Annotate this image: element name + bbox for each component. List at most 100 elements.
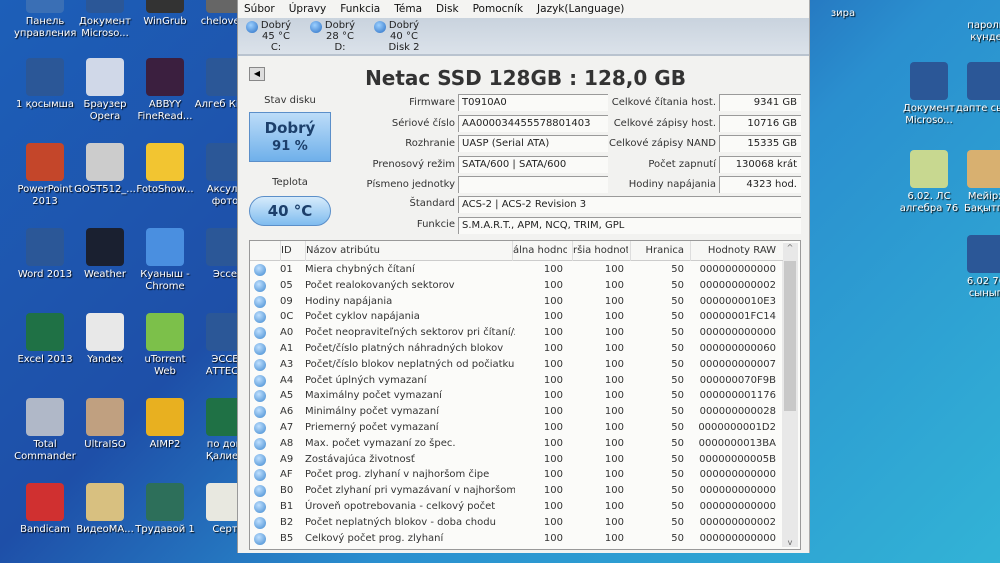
- desktop-icon[interactable]: Куаныш - Chrome: [134, 228, 196, 293]
- desktop-icon[interactable]: ABBYY FineRead...: [134, 58, 196, 123]
- menu-item[interactable]: Pomocník: [473, 0, 523, 18]
- desktop-icon[interactable]: 1 қосымша: [14, 58, 76, 111]
- disk-tab[interactable]: Dobrý 40 °C Disk 2: [372, 18, 436, 54]
- desktop-icon-image: [26, 483, 64, 521]
- column-header-worst[interactable]: ršia hodnota: [572, 241, 628, 261]
- desktop-icon-label: Мейірх Бақытгү: [964, 191, 1000, 214]
- table-scrollbar[interactable]: ^ v: [782, 243, 798, 547]
- cell-id: A6: [280, 406, 294, 418]
- desktop-icon[interactable]: Total Commander: [14, 398, 76, 463]
- desktop-icon[interactable]: FotoShow...: [134, 143, 196, 196]
- scroll-down-icon[interactable]: v: [782, 538, 798, 547]
- cell-raw: 000000000060: [699, 343, 776, 354]
- table-row[interactable]: A4 Počet úplných vymazaní 100 100 50 00000007…: [250, 373, 783, 389]
- desktop-icon[interactable]: Браузер Opera: [74, 58, 136, 123]
- menu-item[interactable]: Súbor: [244, 0, 275, 18]
- menu-item[interactable]: Disk: [436, 0, 459, 18]
- info-field: T0910A0: [458, 94, 608, 111]
- table-row[interactable]: B5 Celkový počet prog. zlyhaní 100 100 50 000…: [250, 531, 783, 547]
- desktop-icon-label: Excel 2013: [17, 354, 73, 365]
- desktop-icon[interactable]: AIMP2: [134, 398, 196, 451]
- desktop-icon[interactable]: Word 2013: [14, 228, 76, 281]
- info-label: Celkové čítania host.: [611, 97, 716, 108]
- cell-name: Počet/číslo blokov neplatných od počiatk…: [305, 358, 515, 370]
- desktop-icon[interactable]: Excel 2013: [14, 313, 76, 366]
- desktop-icon[interactable]: uTorrent Web: [134, 313, 196, 378]
- table-row[interactable]: A0 Počet neopraviteľných sektorov pri čít…: [250, 325, 783, 341]
- desktop-icon[interactable]: Документ Microso...: [898, 62, 960, 127]
- desktop-icon[interactable]: Bandicam: [14, 483, 76, 536]
- table-row[interactable]: A7 Priemerný počet vymazaní 100 100 50 000000…: [250, 420, 783, 436]
- table-row[interactable]: 09 Hodiny napájania 100 100 50 0000000010E3: [250, 294, 783, 310]
- table-row[interactable]: A9 Zostávajúca životnosť 100 100 50 000000000…: [250, 452, 783, 468]
- desktop-icon[interactable]: GOST512_...: [74, 143, 136, 196]
- desktop-icon[interactable]: 6.02. ЛС алгебра 76: [898, 150, 960, 215]
- table-row[interactable]: 01 Miera chybných čítaní 100 100 50 000000000…: [250, 262, 783, 278]
- desktop-icon-label: FotoShow...: [136, 184, 194, 195]
- disk-tab[interactable]: Dobrý 28 °C D:: [308, 18, 372, 54]
- cell-raw: 0000000010E3: [699, 295, 776, 307]
- cell-worst: 100: [604, 532, 624, 544]
- cell-current: 100: [543, 311, 563, 323]
- previous-disk-button[interactable]: ◀: [249, 67, 265, 81]
- desktop-icon[interactable]: Панель управления: [14, 0, 76, 40]
- scroll-thumb[interactable]: [784, 261, 796, 411]
- column-header-name[interactable]: Názov atribútu: [305, 241, 515, 261]
- desktop-icon-image: [26, 398, 64, 436]
- cell-threshold: 50: [671, 311, 684, 323]
- desktop-icon[interactable]: пароль күнде: [955, 20, 1000, 44]
- cell-worst: 100: [604, 374, 624, 386]
- menu-item[interactable]: Funkcia: [340, 0, 380, 18]
- table-row[interactable]: A1 Počet/číslo platných náhradných blokov…: [250, 341, 783, 357]
- desktop-icon-image: [146, 143, 184, 181]
- table-row[interactable]: B0 Počet zlyhaní pri vymazávaní v najhorš…: [250, 483, 783, 499]
- temperature-badge[interactable]: 40 °C: [249, 196, 331, 226]
- desktop-icon[interactable]: PowerPoint 2013: [14, 143, 76, 208]
- desktop-icon[interactable]: Weather: [74, 228, 136, 281]
- desktop-icon[interactable]: 6.02 76 сынып: [955, 235, 1000, 300]
- column-header-threshold[interactable]: Hranica: [630, 241, 688, 261]
- cell-worst: 100: [604, 485, 624, 497]
- table-row[interactable]: A5 Maximálny počet vymazaní 100 100 50 000000…: [250, 388, 783, 404]
- desktop-icon-label: Word 2013: [17, 269, 73, 280]
- disk-tab[interactable]: Dobrý 45 °C C:: [244, 18, 308, 54]
- cell-current: 100: [543, 453, 563, 465]
- status-dot-icon: [254, 279, 266, 292]
- table-row[interactable]: AF Počet prog. zlyhaní v najhoršom čipe 10…: [250, 467, 783, 483]
- table-row[interactable]: B1 Úroveň opotrebovania - celkový počet 10…: [250, 499, 783, 515]
- menu-item[interactable]: Úpravy: [289, 0, 327, 18]
- standard-label: Štandard: [409, 198, 456, 209]
- table-row[interactable]: A8 Max. počet vymazaní zo špec. 100 100 50 00…: [250, 436, 783, 452]
- menu-item[interactable]: Jazyk(Language): [537, 0, 624, 18]
- desktop-icon-image: [86, 228, 124, 266]
- cell-current: 100: [543, 358, 563, 370]
- cell-name: Hodiny napájania: [305, 295, 393, 307]
- desktop-icon[interactable]: Yandex: [74, 313, 136, 366]
- table-row[interactable]: 0C Počet cyklov napájania 100 100 50 00000001…: [250, 309, 783, 325]
- column-header-current[interactable]: álna hodnota: [512, 241, 567, 261]
- desktop-icon[interactable]: ВидеоМА...: [74, 483, 136, 536]
- cell-worst: 100: [604, 279, 624, 291]
- desktop-icon[interactable]: UltraISO: [74, 398, 136, 451]
- desktop-icon[interactable]: зира: [812, 8, 874, 20]
- desktop-icon[interactable]: Трудавой 1: [134, 483, 196, 536]
- cell-id: B2: [280, 516, 294, 528]
- desktop-icon-image: [86, 483, 124, 521]
- table-row[interactable]: B2 Počet neplatných blokov - doba chodu 10…: [250, 515, 783, 531]
- desktop-icon[interactable]: Мейірх Бақытгү: [955, 150, 1000, 215]
- desktop-icon-image: [967, 150, 1000, 188]
- desktop-icon[interactable]: WinGrub: [134, 0, 196, 28]
- disk-name: Disk 2: [388, 42, 420, 53]
- health-status-badge[interactable]: Dobrý 91 %: [249, 112, 331, 162]
- desktop-icon[interactable]: Документ Microso...: [74, 0, 136, 40]
- scroll-up-icon[interactable]: ^: [782, 243, 798, 252]
- table-row[interactable]: A3 Počet/číslo blokov neplatných od počia…: [250, 357, 783, 373]
- table-row[interactable]: 05 Počet realokovaných sektorov 100 100 50 00…: [250, 278, 783, 294]
- desktop-icon-label: пароль күнде: [967, 20, 1000, 43]
- menu-item[interactable]: Téma: [394, 0, 422, 18]
- column-header-raw[interactable]: Hodnoty RAW: [690, 241, 780, 261]
- desktop-icon[interactable]: дапте сырт: [955, 62, 1000, 115]
- table-row[interactable]: A6 Minimálny počet vymazaní 100 100 50 000000…: [250, 404, 783, 420]
- status-dot-icon: [254, 422, 266, 434]
- column-header-id[interactable]: ID: [280, 241, 300, 261]
